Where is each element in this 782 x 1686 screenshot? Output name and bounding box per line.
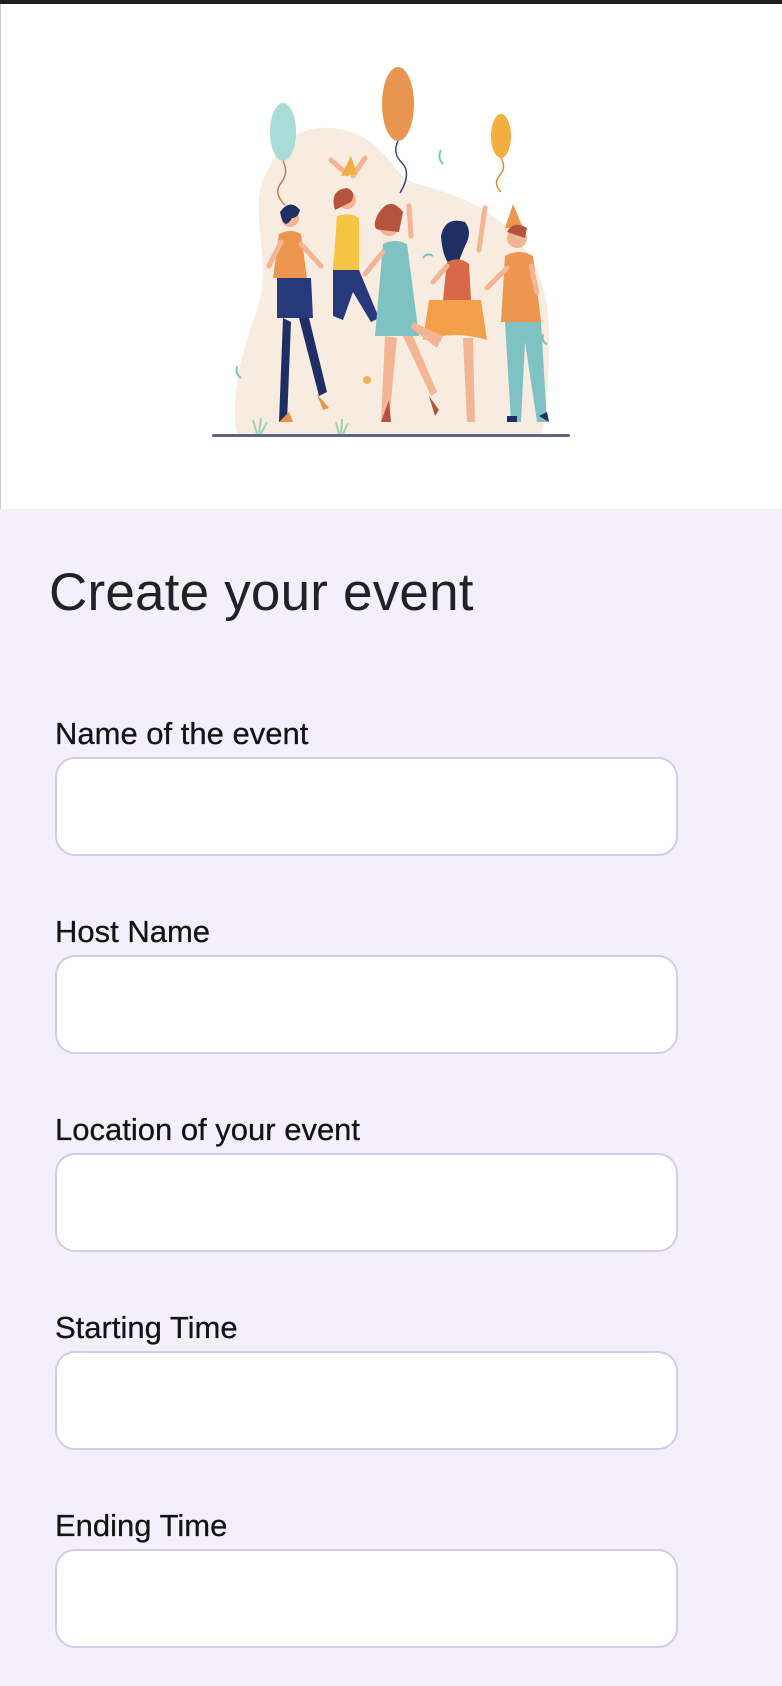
event-name-label: Name of the event [55, 716, 309, 751]
ending-time-label: Ending Time [55, 1508, 228, 1543]
ending-time-input[interactable] [55, 1549, 678, 1648]
starting-time-input[interactable] [55, 1351, 678, 1450]
location-label: Location of your event [55, 1112, 361, 1147]
location-input[interactable] [55, 1153, 678, 1252]
starting-time-label: Starting Time [55, 1310, 238, 1345]
page-title: Create your event [49, 563, 474, 622]
event-name-input[interactable] [55, 757, 678, 856]
host-name-input[interactable] [55, 955, 678, 1054]
host-name-label: Host Name [55, 914, 211, 949]
hero-banner [0, 4, 782, 509]
ground-line [212, 434, 570, 437]
party-illustration [212, 67, 570, 437]
balloon-yellow [491, 114, 511, 193]
